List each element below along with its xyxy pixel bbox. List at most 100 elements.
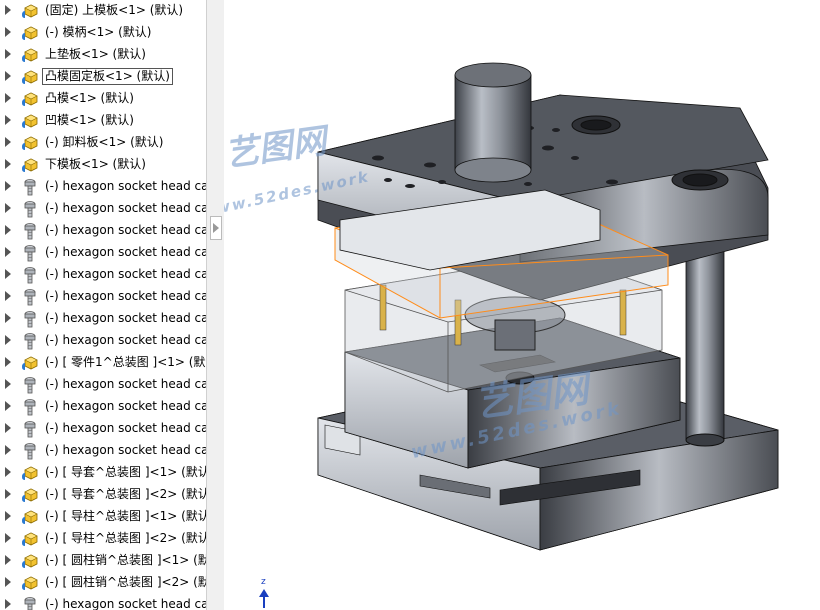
expand-arrow-icon[interactable] — [5, 511, 11, 521]
feature-tree-item[interactable]: 下模板<1> (默认) — [0, 154, 206, 176]
part-icon — [21, 156, 39, 174]
expand-arrow-icon[interactable] — [5, 71, 11, 81]
panel-splitter[interactable] — [206, 0, 225, 610]
expand-arrow-icon[interactable] — [5, 203, 11, 213]
feature-tree-item-label: (-) [ 导柱^总装图 ]<1> (默认) — [45, 509, 206, 523]
expand-arrow-icon[interactable] — [5, 49, 11, 59]
expand-arrow-icon[interactable] — [5, 423, 11, 433]
die-shank[interactable] — [454, 62, 532, 183]
part-icon — [21, 552, 39, 570]
feature-tree-item-label: (-) hexagon socket head cap — [45, 377, 206, 391]
expand-arrow-icon[interactable] — [5, 313, 11, 323]
feature-tree-item-label: (-) hexagon socket head cap — [45, 223, 206, 237]
feature-tree-item-label: 凸模<1> (默认) — [45, 91, 134, 105]
feature-tree-item[interactable]: (-) 模柄<1> (默认) — [0, 22, 206, 44]
feature-tree-item-label: (-) hexagon socket head cap — [45, 201, 206, 215]
screw-icon — [21, 442, 39, 460]
feature-tree-item[interactable]: (-) hexagon socket head cap — [0, 396, 206, 418]
feature-tree-item[interactable]: (-) hexagon socket head cap — [0, 308, 206, 330]
feature-tree-item[interactable]: (-) hexagon socket head cap — [0, 176, 206, 198]
part-icon — [21, 134, 39, 152]
feature-tree-item-label: (-) [ 圆柱销^总装图 ]<1> (默 — [45, 553, 206, 567]
feature-tree-item[interactable]: (-) hexagon socket head cap — [0, 242, 206, 264]
expand-arrow-icon[interactable] — [5, 93, 11, 103]
expand-arrow-icon[interactable] — [5, 401, 11, 411]
expand-arrow-icon[interactable] — [5, 445, 11, 455]
part-icon — [21, 112, 39, 130]
feature-tree-item[interactable]: (-) [ 零件1^总装图 ]<1> (默认 — [0, 352, 206, 374]
part-icon — [21, 90, 39, 108]
feature-tree-item-label: (-) hexagon socket head cap — [45, 399, 206, 413]
feature-tree-item[interactable]: (-) hexagon socket head cap — [0, 198, 206, 220]
expand-arrow-icon[interactable] — [5, 269, 11, 279]
feature-tree-item[interactable]: (-) hexagon socket head cap — [0, 264, 206, 286]
graphics-viewport[interactable]: 艺图网 www.52des.work 艺图网 www.52des.work z — [224, 0, 820, 610]
expand-arrow-icon[interactable] — [5, 555, 11, 565]
feature-tree-item-label: (-) hexagon socket head cap — [45, 597, 206, 610]
feature-tree-item[interactable]: (-) [ 圆柱销^总装图 ]<2> (默 — [0, 572, 206, 594]
expand-arrow-icon[interactable] — [5, 577, 11, 587]
expand-arrow-icon[interactable] — [5, 599, 11, 609]
feature-tree-item[interactable]: 上垫板<1> (默认) — [0, 44, 206, 66]
expand-arrow-icon[interactable] — [5, 181, 11, 191]
part-icon — [21, 46, 39, 64]
expand-arrow-icon[interactable] — [5, 489, 11, 499]
feature-tree-item-label: (-) [ 导套^总装图 ]<2> (默认) — [45, 487, 206, 501]
die-assembly-model[interactable] — [224, 0, 820, 610]
feature-tree-item[interactable]: 凸模固定板<1> (默认) — [0, 66, 206, 88]
feature-tree-item-label: 凸模固定板<1> (默认) — [42, 68, 173, 85]
expand-arrow-icon[interactable] — [5, 357, 11, 367]
feature-tree-item-label: (-) hexagon socket head cap — [45, 333, 206, 347]
expand-arrow-icon[interactable] — [5, 115, 11, 125]
feature-tree-item-label: (-) 模柄<1> (默认) — [45, 25, 152, 39]
feature-tree-item[interactable]: (-) [ 导柱^总装图 ]<2> (默认) — [0, 528, 206, 550]
feature-tree-item[interactable]: (-) hexagon socket head cap — [0, 220, 206, 242]
expand-arrow-icon[interactable] — [5, 159, 11, 169]
expand-arrow-icon[interactable] — [5, 247, 11, 257]
screw-icon — [21, 596, 39, 610]
expand-arrow-icon[interactable] — [5, 5, 11, 15]
feature-tree-item-label: (-) [ 圆柱销^总装图 ]<2> (默 — [45, 575, 206, 589]
screw-icon — [21, 178, 39, 196]
feature-tree-item[interactable]: (-) 卸料板<1> (默认) — [0, 132, 206, 154]
screw-icon — [21, 420, 39, 438]
screw-icon — [21, 200, 39, 218]
screw-icon — [21, 332, 39, 350]
feature-tree-item[interactable]: (固定) 上模板<1> (默认) — [0, 0, 206, 22]
feature-tree-item[interactable]: 凸模<1> (默认) — [0, 88, 206, 110]
feature-tree-item-label: (-) hexagon socket head cap — [45, 245, 206, 259]
expand-arrow-icon[interactable] — [5, 291, 11, 301]
expand-arrow-icon[interactable] — [5, 225, 11, 235]
feature-tree-item[interactable]: (-) [ 导套^总装图 ]<2> (默认) — [0, 484, 206, 506]
feature-tree-item-label: 凹模<1> (默认) — [45, 113, 134, 127]
feature-tree-item[interactable]: (-) hexagon socket head cap — [0, 286, 206, 308]
feature-tree-item[interactable]: (-) [ 导柱^总装图 ]<1> (默认) — [0, 506, 206, 528]
feature-tree-item[interactable]: (-) hexagon socket head cap — [0, 418, 206, 440]
feature-tree-item-label: (-) hexagon socket head cap — [45, 421, 206, 435]
feature-tree-item[interactable]: (-) hexagon socket head cap — [0, 440, 206, 462]
feature-tree-item[interactable]: (-) hexagon socket head cap — [0, 330, 206, 352]
feature-tree-item-label: (-) hexagon socket head cap — [45, 443, 206, 457]
expand-arrow-icon[interactable] — [5, 335, 11, 345]
collapse-panel-handle[interactable] — [210, 216, 222, 240]
expand-arrow-icon[interactable] — [5, 137, 11, 147]
axis-triad — [259, 589, 269, 608]
feature-tree-item[interactable]: (-) hexagon socket head cap — [0, 594, 206, 610]
feature-tree-item[interactable]: 凹模<1> (默认) — [0, 110, 206, 132]
expand-arrow-icon[interactable] — [5, 467, 11, 477]
feature-tree-item-label: (-) hexagon socket head cap — [45, 311, 206, 325]
screw-icon — [21, 310, 39, 328]
part-icon — [21, 530, 39, 548]
expand-arrow-icon[interactable] — [5, 533, 11, 543]
feature-tree-item-label: (固定) 上模板<1> (默认) — [45, 3, 184, 17]
expand-arrow-icon[interactable] — [5, 27, 11, 37]
expand-arrow-icon[interactable] — [5, 379, 11, 389]
part-icon — [21, 354, 39, 372]
feature-tree-item-label: (-) [ 导柱^总装图 ]<2> (默认) — [45, 531, 206, 545]
feature-tree-item[interactable]: (-) [ 导套^总装图 ]<1> (默认) — [0, 462, 206, 484]
feature-tree-item-label: (-) hexagon socket head cap — [45, 179, 206, 193]
feature-tree-item-label: (-) hexagon socket head cap — [45, 289, 206, 303]
guide-post-right[interactable] — [685, 239, 725, 447]
feature-tree-item[interactable]: (-) [ 圆柱销^总装图 ]<1> (默 — [0, 550, 206, 572]
feature-tree-item[interactable]: (-) hexagon socket head cap — [0, 374, 206, 396]
